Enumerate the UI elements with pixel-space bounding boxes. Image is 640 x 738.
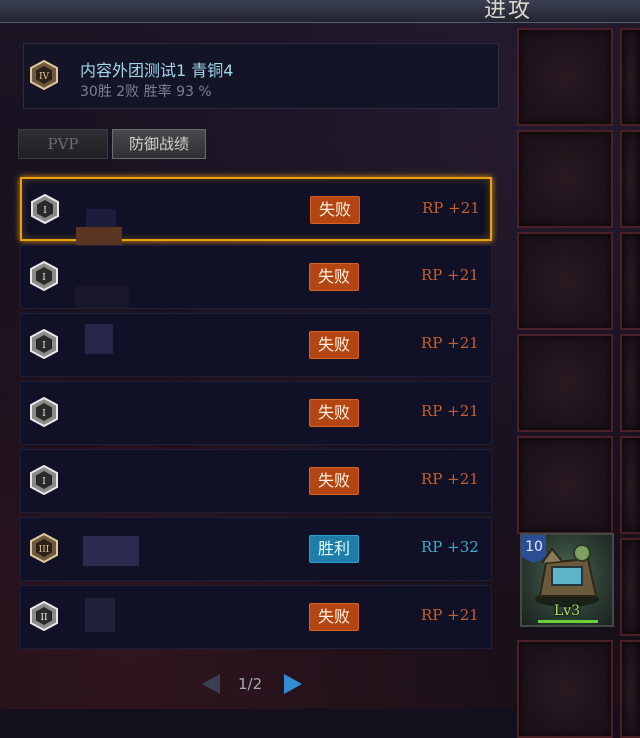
rp-change: RP +21: [421, 334, 479, 352]
rank-badge-icon: II: [30, 601, 58, 631]
unit-slot[interactable]: [517, 334, 613, 432]
rank-badge-icon: I: [30, 465, 58, 495]
result-badge: 失败: [310, 196, 360, 224]
result-badge: 失败: [309, 467, 359, 495]
rp-change: RP +21: [421, 402, 479, 420]
player-stats: 30胜 2败 胜率 93 %: [80, 84, 212, 100]
rp-change: RP +21: [422, 199, 480, 217]
arrow-right-icon[interactable]: [284, 674, 302, 694]
arrow-left-icon[interactable]: [202, 674, 220, 694]
unit-xp-bar: [538, 620, 598, 623]
rank-numeral: IV: [39, 72, 50, 82]
result-badge: 失败: [309, 603, 359, 631]
tab-defense-record[interactable]: 防御战绩: [112, 129, 206, 159]
siege-unit-icon: [535, 544, 599, 607]
rank-numeral: III: [39, 545, 50, 555]
unit-slot[interactable]: [620, 28, 640, 126]
rank-numeral: I: [42, 341, 46, 351]
unit-slot[interactable]: [517, 640, 613, 738]
result-badge: 失败: [309, 263, 359, 291]
tab-pvp[interactable]: PVP: [18, 129, 108, 159]
record-row[interactable]: III 胜利 RP +32: [20, 517, 492, 581]
rank-badge-icon: III: [30, 533, 58, 563]
unit-slot[interactable]: [620, 130, 640, 228]
record-row[interactable]: I 失败 RP +21: [20, 313, 492, 377]
redacted-name: [85, 598, 115, 632]
unit-slot[interactable]: [517, 232, 613, 330]
unit-slot[interactable]: [517, 130, 613, 228]
unit-slot[interactable]: [620, 538, 640, 636]
rank-numeral: I: [42, 273, 46, 283]
pagination: 1/2: [200, 670, 310, 698]
record-row[interactable]: I 失败 RP +21: [20, 245, 492, 309]
top-bar: [0, 0, 640, 23]
rank-numeral: I: [42, 409, 46, 419]
unit-slot[interactable]: [620, 334, 640, 432]
record-row[interactable]: I 失败 RP +21: [20, 449, 492, 513]
rank-badge-icon: I: [31, 194, 59, 224]
rank-badge-icon: I: [30, 329, 58, 359]
redacted-name: [85, 324, 113, 354]
record-row[interactable]: II 失败 RP +21: [20, 585, 492, 649]
rp-change: RP +21: [421, 470, 479, 488]
page-title: 进攻: [483, 0, 532, 23]
page-indicator: 1/2: [238, 675, 263, 693]
player-profile: IV 内容外团测试1 青铜4 30胜 2败 胜率 93 %: [23, 43, 499, 109]
result-badge: 失败: [309, 399, 359, 427]
redacted-name: [75, 286, 129, 308]
record-row[interactable]: I 失败 RP +21: [20, 381, 492, 445]
player-name: 内容外团测试1 青铜4: [80, 61, 234, 80]
rank-numeral: I: [43, 206, 47, 216]
unit-card[interactable]: 10 Lv3: [520, 533, 614, 627]
rp-change: RP +21: [421, 606, 479, 624]
unit-level: Lv3: [553, 603, 581, 619]
unit-slot[interactable]: [620, 232, 640, 330]
rank-badge-icon: IV: [30, 60, 58, 90]
rank-badge-icon: I: [30, 397, 58, 427]
unit-slot[interactable]: [620, 640, 640, 738]
rp-change: RP +32: [421, 538, 479, 556]
rank-numeral: I: [42, 477, 46, 487]
record-row[interactable]: I 失败 RP +21: [20, 177, 492, 253]
result-badge: 胜利: [309, 535, 359, 563]
result-badge: 失败: [309, 331, 359, 359]
redacted-name: [83, 536, 139, 566]
unit-slot[interactable]: [517, 436, 613, 534]
rank-badge-icon: I: [30, 261, 58, 291]
unit-slot[interactable]: [517, 28, 613, 126]
unit-slot[interactable]: [620, 436, 640, 534]
rp-change: RP +21: [421, 266, 479, 284]
rank-numeral: II: [40, 613, 48, 623]
